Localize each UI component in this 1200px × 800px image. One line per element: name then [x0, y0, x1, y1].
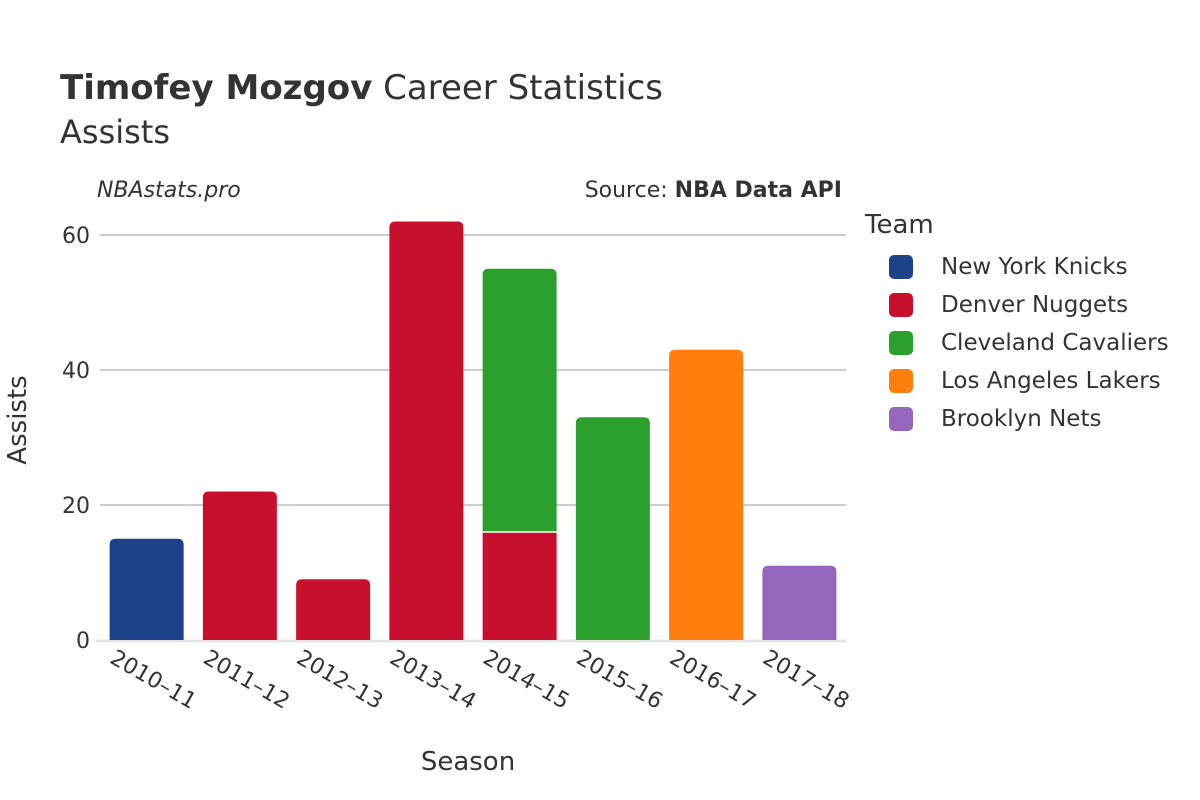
legend-swatch-icon — [889, 331, 913, 355]
bar-denver-nuggets-2011–12[interactable] — [202, 491, 277, 641]
y-tick-label: 60 — [62, 224, 90, 249]
legend-swatch-icon — [889, 255, 913, 279]
legend-label: New York Knicks — [941, 254, 1128, 280]
x-tick-labels: 2010–112011–122012–132013–142014–152015–… — [106, 646, 854, 715]
x-tick-label: 2010–11 — [106, 646, 201, 715]
x-tick-label: 2017–18 — [758, 646, 853, 715]
x-tick-label: 2014–15 — [479, 646, 574, 715]
bar-new-york-knicks-2010–11[interactable] — [109, 538, 184, 640]
legend-title: Team — [865, 210, 934, 240]
x-axis-label: Season — [421, 747, 515, 777]
legend-label: Los Angeles Lakers — [941, 368, 1161, 394]
legend-label: Cleveland Cavaliers — [941, 330, 1169, 356]
y-tick-label: 20 — [62, 494, 90, 519]
x-tick-label: 2011–12 — [199, 646, 294, 715]
x-tick-label: 2013–14 — [385, 646, 480, 715]
legend-item[interactable]: Denver Nuggets — [889, 292, 1128, 318]
x-tick-label: 2012–13 — [292, 646, 387, 715]
bar-denver-nuggets-2014–15[interactable] — [482, 532, 557, 640]
bar-denver-nuggets-2013–14[interactable] — [389, 221, 464, 641]
y-tick-label: 40 — [62, 359, 90, 384]
bar-cleveland-cavaliers-2015–16[interactable] — [575, 417, 650, 640]
legend-swatch-icon — [889, 407, 913, 431]
bars — [109, 221, 837, 641]
y-tick-label: 0 — [76, 629, 90, 654]
x-tick-label: 2015–16 — [572, 646, 667, 715]
legend-item[interactable]: Brooklyn Nets — [889, 406, 1101, 432]
x-tick-label: 2016–17 — [665, 646, 760, 715]
legend-item[interactable]: New York Knicks — [889, 254, 1128, 280]
y-tick-labels: 0 20 40 60 — [62, 224, 90, 654]
bar-cleveland-cavaliers-2014–15[interactable] — [482, 268, 557, 532]
legend-item[interactable]: Cleveland Cavaliers — [889, 330, 1169, 356]
y-axis-label: Assists — [3, 375, 33, 464]
bar-denver-nuggets-2012–13[interactable] — [296, 579, 371, 640]
legend-item[interactable]: Los Angeles Lakers — [889, 368, 1161, 394]
chart-area: 0 20 40 60 2010–112011–122012–132013–142014… — [3, 221, 854, 777]
legend-label: Denver Nuggets — [941, 292, 1129, 318]
bar-los-angeles-lakers-2016–17[interactable] — [669, 349, 744, 640]
bar-brooklyn-nets-2017–18[interactable] — [762, 565, 837, 640]
legend-swatch-icon — [889, 369, 913, 393]
legend-label: Brooklyn Nets — [941, 406, 1102, 432]
legend-swatch-icon — [889, 293, 913, 317]
